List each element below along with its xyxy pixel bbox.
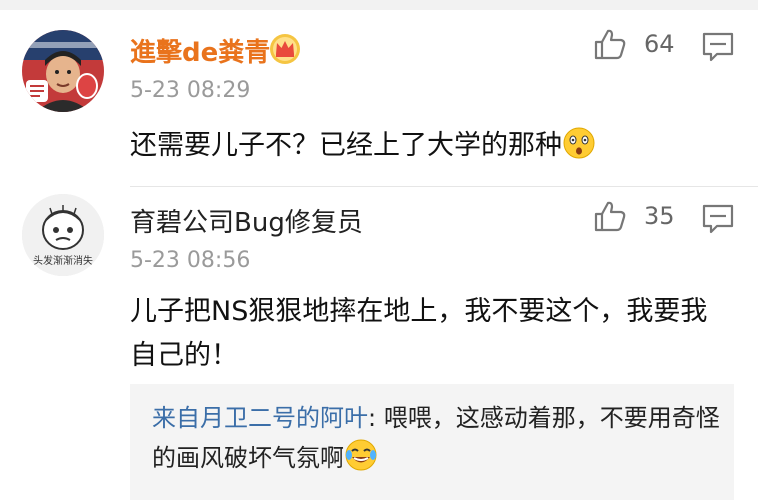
avatar-caption: 头发渐渐消失 (33, 254, 93, 267)
comment-icon (702, 204, 734, 234)
hair-loss-meme-avatar-icon: 头发渐渐消失 (22, 194, 104, 276)
laughing-tears-emoji-icon (345, 439, 377, 471)
reply-button[interactable] (700, 200, 736, 236)
comment-item: 進擊de粪青 5-23 08:29 64 还需要儿子不？已经上了大学的那种 (0, 10, 758, 187)
cartoon-portrait-avatar-icon (22, 30, 104, 112)
reply-author[interactable]: 来自月卫二号的阿叶 (152, 404, 368, 432)
user-avatar[interactable] (22, 30, 104, 112)
like-count: 35 (644, 202, 675, 230)
reply-text: 来自月卫二号的阿叶: 喂喂，这感动着那，不要用奇怪的画风破坏气氛啊 (152, 398, 722, 478)
comment-timestamp: 5-23 08:56 (130, 248, 251, 273)
comment-text: 儿子把NS狠狠地摔在地上，我不要这个，我要我自己的！ (130, 296, 708, 371)
comment-text: 还需要儿子不？已经上了大学的那种 (130, 124, 730, 168)
comment-item: 头发渐渐消失 育碧公司Bug修复员 5-23 08:56 35 儿子把NS狠狠地… (0, 178, 758, 500)
top-section-divider (0, 0, 758, 10)
comment-text-content: 还需要儿子不？已经上了大学的那种 (130, 130, 562, 161)
like-count: 64 (644, 30, 675, 58)
like-button[interactable]: 35 (592, 196, 688, 236)
comment-icon (702, 32, 734, 62)
username[interactable]: 進擊de粪青 (130, 32, 270, 69)
user-avatar[interactable]: 头发渐渐消失 (22, 194, 104, 276)
shocked-face-emoji-icon (563, 127, 595, 159)
thumbs-up-icon (594, 29, 626, 60)
comment-timestamp: 5-23 08:29 (130, 78, 251, 103)
reply-button[interactable] (700, 28, 736, 64)
thumbs-up-icon (594, 201, 626, 232)
crown-badge-icon (270, 34, 300, 64)
username[interactable]: 育碧公司Bug修复员 (130, 202, 363, 239)
reply-separator: : (368, 404, 384, 432)
nested-reply[interactable]: 来自月卫二号的阿叶: 喂喂，这感动着那，不要用奇怪的画风破坏气氛啊 (130, 384, 734, 500)
like-button[interactable]: 64 (592, 24, 688, 64)
